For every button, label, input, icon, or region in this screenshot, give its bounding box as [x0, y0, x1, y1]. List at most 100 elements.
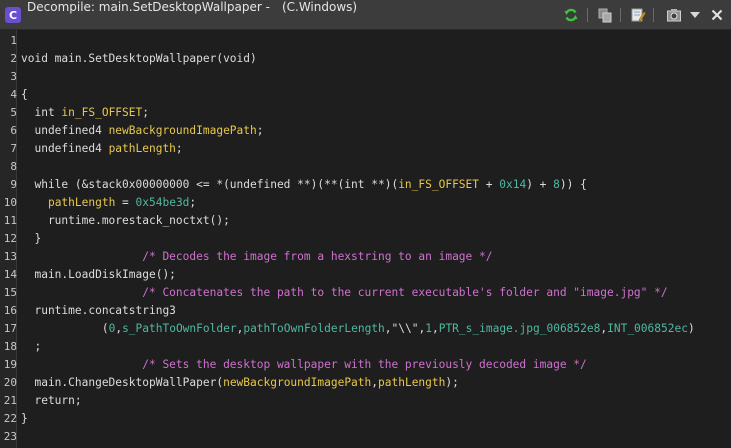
line-number: 21 — [3, 394, 17, 407]
code-line[interactable]: 6 undefined4 newBackgroundImagePath; — [0, 122, 731, 140]
code-token: , — [371, 376, 379, 389]
line-number: 18 — [3, 340, 17, 353]
code-token: /* Sets the desktop wallpaper with the p… — [21, 358, 587, 371]
window-title: Decompile: main.SetDesktopWallpaper - (C.… — [27, 0, 357, 30]
snapshot-icon — [667, 9, 681, 22]
code-token: undefined4 — [21, 142, 109, 155]
toolbar-separator — [653, 8, 654, 22]
code-line[interactable]: 11 runtime.morestack_noctxt(); — [0, 212, 731, 230]
code-line[interactable]: 1 — [0, 32, 731, 50]
code-token: newBackgroundImagePath — [108, 124, 257, 137]
line-number: 23 — [3, 430, 17, 443]
line-number: 6 — [10, 124, 17, 137]
menu-chevron-icon — [690, 12, 700, 18]
code-token: = — [115, 196, 136, 209]
code-token: { — [21, 88, 28, 101]
code-token: runtime.morestack_noctxt(); — [21, 214, 230, 227]
code-text: while (&stack0x00000000 <= *(undefined *… — [21, 176, 586, 194]
code-line[interactable]: 17 (0,s_PathToOwnFolder,pathToOwnFolderL… — [0, 320, 731, 338]
decompiler-app-icon: C — [5, 7, 21, 23]
code-token: } — [21, 412, 28, 425]
code-token: int — [21, 106, 62, 119]
refresh-button[interactable] — [562, 6, 580, 24]
code-line[interactable]: 13 /* Decodes the image from a hexstring… — [0, 248, 731, 266]
code-token: ( — [21, 322, 109, 335]
code-line[interactable]: 15 /* Concatenates the path to the curre… — [0, 284, 731, 302]
toolbar-separator — [620, 8, 621, 22]
line-number: 10 — [3, 196, 17, 209]
code-line[interactable]: 5 int in_FS_OFFSET; — [0, 104, 731, 122]
code-text: /* Concatenates the path to the current … — [21, 284, 667, 302]
code-line[interactable]: 22} — [0, 410, 731, 428]
code-text: return; — [21, 392, 82, 410]
line-number: 8 — [10, 160, 17, 173]
code-token: pathToOwnFolderLength — [243, 322, 385, 335]
code-line[interactable]: 23 — [0, 428, 731, 446]
line-number: 3 — [10, 70, 17, 83]
line-number: 5 — [10, 106, 17, 119]
menu-dropdown-button[interactable] — [686, 6, 704, 24]
line-number: 14 — [3, 268, 17, 281]
title-bar: C Decompile: main.SetDesktopWallpaper - (… — [0, 0, 731, 30]
code-line[interactable]: 14 main.LoadDiskImage(); — [0, 266, 731, 284]
code-text: runtime.concatstring3 — [21, 302, 175, 320]
code-line[interactable]: 7 undefined4 pathLength; — [0, 140, 731, 158]
code-text: ; — [21, 338, 41, 356]
code-token: void main.SetDesktopWallpaper(void) — [21, 52, 257, 65]
code-line[interactable]: 9 while (&stack0x00000000 <= *(undefined… — [0, 176, 731, 194]
code-text: pathLength = 0x54be3d; — [21, 194, 196, 212]
code-token: return; — [21, 394, 82, 407]
code-line[interactable]: 18 ; — [0, 338, 731, 356]
code-token: undefined4 — [21, 124, 109, 137]
refresh-icon — [564, 8, 578, 22]
code-text: runtime.morestack_noctxt(); — [21, 212, 230, 230]
code-text: main.LoadDiskImage(); — [21, 266, 176, 284]
code-text: { — [21, 86, 28, 104]
toolbar-separator — [587, 8, 588, 22]
line-number: 13 — [3, 250, 17, 263]
code-line[interactable]: 19 /* Sets the desktop wallpaper with th… — [0, 356, 731, 374]
code-line[interactable]: 16 runtime.concatstring3 — [0, 302, 731, 320]
code-token: ,"\\", — [384, 322, 426, 335]
line-number: 20 — [3, 376, 17, 389]
line-number: 11 — [3, 214, 17, 227]
line-number: 15 — [3, 286, 17, 299]
line-number: 1 — [10, 34, 17, 47]
code-token: } — [21, 232, 42, 245]
copy-button[interactable] — [596, 6, 614, 24]
code-line[interactable]: 20 main.ChangeDesktopWallPaper(newBackgr… — [0, 374, 731, 392]
code-token: PTR_s_image.jpg_006852e8 — [438, 322, 601, 335]
code-text: /* Sets the desktop wallpaper with the p… — [21, 356, 587, 374]
code-token: 0x14 — [499, 178, 527, 191]
decompiled-code-view[interactable]: 1 2 void main.SetDesktopWallpaper(void) 3 4{… — [0, 30, 731, 448]
code-token: main.LoadDiskImage(); — [21, 268, 176, 281]
edit-icon — [631, 8, 646, 22]
code-text: int in_FS_OFFSET; — [21, 104, 149, 122]
copy-icon — [598, 8, 612, 23]
code-token: pathLength — [108, 142, 176, 155]
code-line[interactable]: 2 void main.SetDesktopWallpaper(void) — [0, 50, 731, 68]
code-text: void main.SetDesktopWallpaper(void) — [21, 50, 257, 68]
code-line[interactable]: 10 pathLength = 0x54be3d; — [0, 194, 731, 212]
code-line[interactable]: 12 } — [0, 230, 731, 248]
code-line[interactable]: 21 return; — [0, 392, 731, 410]
code-text: } — [21, 230, 41, 248]
code-token: s_PathToOwnFolder — [122, 322, 237, 335]
code-token: /* Decodes the image from a hexstring to… — [21, 250, 493, 263]
code-text: undefined4 pathLength; — [21, 140, 182, 158]
code-line[interactable]: 8 — [0, 158, 731, 176]
close-button[interactable] — [708, 6, 726, 24]
line-number: 2 — [10, 52, 17, 65]
code-text: } — [21, 410, 28, 428]
edit-button[interactable] — [629, 6, 647, 24]
code-token: , — [431, 322, 439, 335]
snapshot-button[interactable] — [665, 6, 683, 24]
code-token: 1 — [425, 322, 432, 335]
code-token: ); — [445, 376, 459, 389]
code-line[interactable]: 4{ — [0, 86, 731, 104]
code-line[interactable]: 3 — [0, 68, 731, 86]
code-token: ) + — [526, 178, 554, 191]
code-token: ) — [687, 322, 695, 335]
line-number: 19 — [3, 358, 17, 371]
